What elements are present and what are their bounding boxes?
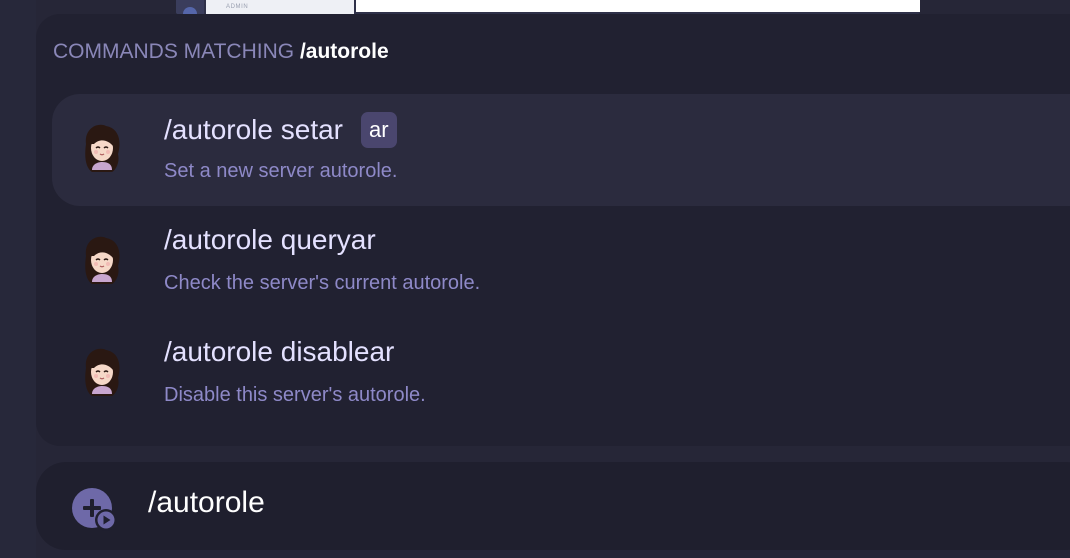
command-title: /autorole queryar [164,224,376,256]
sidebar-section-label: ADMIN [226,4,249,10]
command-name: /autorole setar [164,114,343,145]
bot-avatar-icon [85,124,120,172]
message-input-bar: /autorole [36,462,1070,550]
command-description: Disable this server's autorole. [164,384,426,406]
command-name: /autorole queryar [164,224,376,255]
add-attachment-icon[interactable] [72,486,120,534]
popup-header: COMMANDS MATCHING /autorole [53,40,389,64]
left-edge-strip [0,0,36,558]
command-autocomplete-popup: COMMANDS MATCHING /autorole /autorole se… [36,14,1070,446]
command-item-autorole-disablear[interactable]: /autorole disablear Disable this server'… [52,318,1070,430]
command-title: /autorole setar ar [164,112,397,148]
command-item-autorole-setar[interactable]: /autorole setar ar Set a new server auto… [52,94,1070,206]
underlying-app-sidebar: ADMIN [206,0,354,14]
command-item-autorole-queryar[interactable]: /autorole queryar Check the server's cur… [52,206,1070,318]
underlying-app-main [356,0,920,12]
command-description: Check the server's current autorole. [164,272,481,294]
server-icon [183,7,197,14]
header-query: /autorole [299,40,389,63]
underlying-app-rail [176,0,204,14]
command-name: /autorole disablear [164,336,395,367]
header-prefix: COMMANDS MATCHING [53,40,295,63]
message-input[interactable]: /autorole [148,486,265,520]
command-title: /autorole disablear [164,336,394,368]
underlying-app-window: ADMIN [176,0,920,14]
command-alias-badge: ar [361,112,397,148]
bot-avatar-icon [85,348,120,396]
bot-avatar-icon [85,236,120,284]
command-description: Set a new server autorole. [164,160,398,182]
